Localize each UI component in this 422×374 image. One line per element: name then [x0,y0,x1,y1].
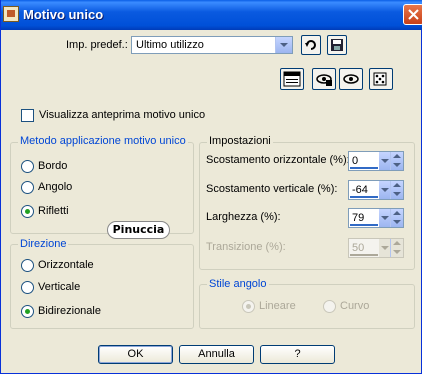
radio-bordo[interactable] [21,160,34,173]
eye-icon [343,74,359,84]
floppy-disk-icon [331,39,343,51]
preset-value: Ultimo utilizzo [136,39,204,51]
radio-bordo-label: Bordo [38,160,68,172]
spin-arrows-icon [390,239,403,257]
h-offset-label: Scostamento orizzontale (%): [206,154,350,166]
corner-style-group-title: Stile angolo [207,278,269,290]
radio-lineare [242,300,255,313]
proof-button[interactable] [280,68,304,90]
cancel-button[interactable]: Annulla [179,345,254,364]
h-offset-value[interactable]: 0 [352,155,358,167]
reset-preset-button[interactable] [301,35,321,55]
spin-arrows-icon[interactable] [390,209,403,227]
close-button[interactable] [403,4,422,25]
radio-angolo[interactable] [21,181,34,194]
dice-icon [373,72,387,86]
title-bar[interactable]: Motivo unico [1,0,422,30]
v-offset-label: Scostamento verticale (%): [206,183,338,195]
radio-rifletti-label: Rifletti [38,205,69,217]
spin-arrows-icon[interactable] [390,152,403,170]
v-offset-value[interactable]: -64 [352,184,368,196]
radio-bidirezionale-label: Bidirezionale [38,305,101,317]
chevron-down-icon[interactable] [275,37,292,53]
v-offset-spinner[interactable]: -64 [348,180,404,200]
eye-lock-icon [316,74,332,86]
preview-checkbox[interactable] [21,109,34,122]
v-offset-slider[interactable] [350,196,378,198]
dialog-window: Motivo unico Imp. predef.: Ultimo utiliz… [0,0,422,374]
preset-select[interactable]: Ultimo utilizzo [131,36,293,54]
transition-value: 50 [352,242,365,254]
radio-orizzontale-label: Orizzontale [38,259,94,271]
settings-group-title: Impostazioni [207,135,273,147]
width-slider[interactable] [350,224,378,226]
direction-group-title: Direzione [18,238,69,250]
ok-button[interactable]: OK [98,345,173,364]
preview-checkbox-label: Visualizza anteprima motivo unico [39,109,206,121]
width-value[interactable]: 79 [352,212,364,224]
corner-style-group [199,284,415,329]
width-label: Larghezza (%): [206,211,281,223]
randomize-button[interactable] [369,68,393,90]
app-icon [3,6,19,22]
h-offset-spinner[interactable]: 0 [348,151,404,171]
radio-curvo-label: Curvo [340,300,370,312]
radio-rifletti[interactable] [21,205,34,218]
window-title: Motivo unico [23,7,104,22]
radio-bidirezionale[interactable] [21,305,34,318]
auto-proof-button[interactable] [312,68,336,90]
radio-orizzontale[interactable] [21,259,34,272]
preview-button[interactable] [339,68,363,90]
preset-label: Imp. predef.: [66,39,128,51]
radio-angolo-label: Angolo [38,181,73,193]
undo-arrow-icon [305,40,316,50]
help-button[interactable]: ? [260,345,335,364]
radio-curvo [323,300,336,313]
method-group-title: Metodo applicazione motivo unico [18,135,188,147]
h-offset-slider[interactable] [350,167,378,169]
window-preview-icon [283,71,301,87]
watermark-badge: Pinuccia [107,221,170,239]
spin-arrows-icon[interactable] [390,181,403,199]
transition-spinner: 50 [348,238,404,258]
width-spinner[interactable]: 79 [348,208,404,228]
close-icon [408,9,419,20]
radio-lineare-label: Lineare [259,300,296,312]
radio-verticale[interactable] [21,281,34,294]
radio-verticale-label: Verticale [38,281,81,293]
transition-slider [350,254,378,256]
save-preset-button[interactable] [327,35,347,55]
transition-label: Transizione (%): [206,241,286,253]
